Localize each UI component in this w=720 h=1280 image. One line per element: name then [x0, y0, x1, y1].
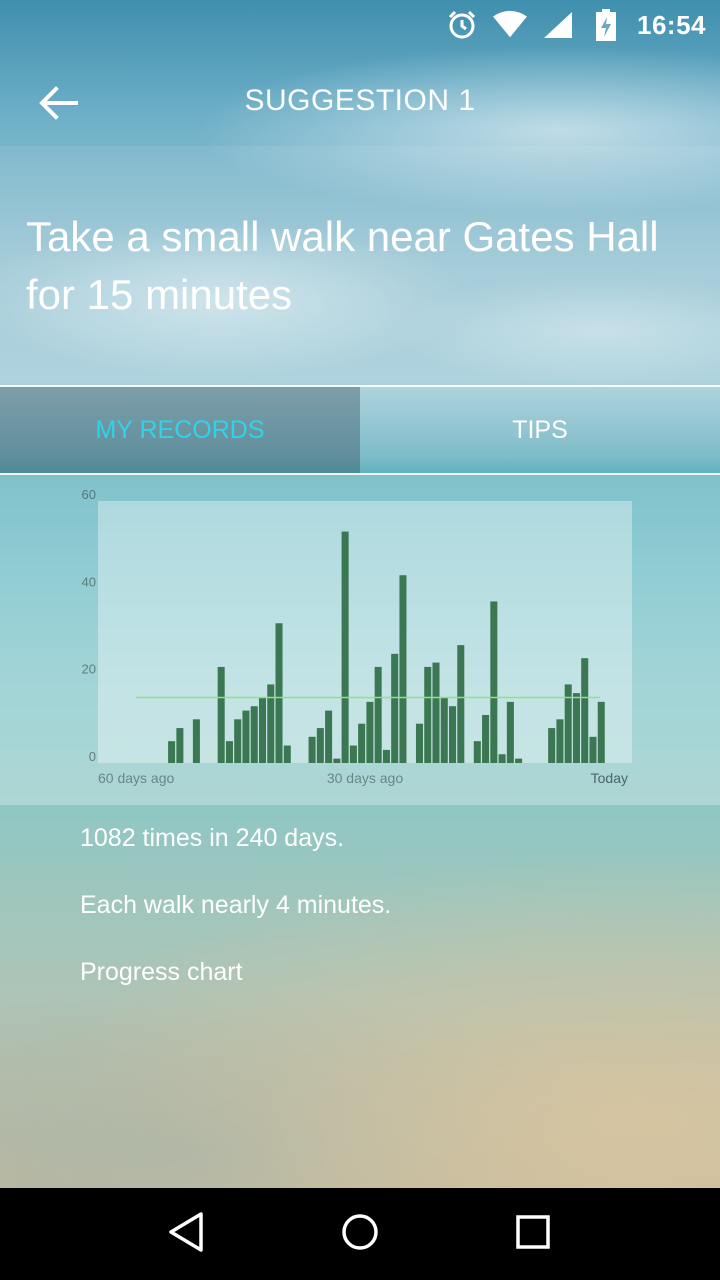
chart-bar: [250, 706, 258, 763]
chart-bar: [176, 728, 184, 763]
chart-bar: [358, 723, 366, 763]
chart-bar: [258, 697, 267, 763]
chart-bar: [275, 623, 283, 763]
chart-bar: [564, 684, 572, 763]
chart-bar: [366, 701, 374, 763]
chart-bar: [234, 719, 242, 763]
recents-square-icon: [515, 1214, 551, 1254]
chart-bar: [432, 662, 440, 763]
tab-bar: MY RECORDS TIPS: [0, 385, 720, 475]
back-triangle-icon: [167, 1211, 207, 1257]
duration-summary: Each walk nearly 4 minutes.: [80, 891, 392, 919]
x-tick-label: 30 days ago: [327, 770, 403, 786]
chart-bar: [333, 758, 341, 763]
nav-home-button[interactable]: [320, 1194, 400, 1274]
tab-my-records[interactable]: MY RECORDS: [0, 387, 360, 473]
chart-bar: [506, 701, 514, 763]
chart-bar: [572, 693, 580, 763]
chart-bar: [581, 658, 589, 763]
chart-bar: [349, 745, 357, 763]
battery-charging-icon: [589, 8, 623, 42]
chart-bar: [449, 706, 457, 763]
status-time: 16:54: [637, 9, 706, 40]
system-nav-bar: [0, 1188, 720, 1280]
chart-bar: [556, 719, 564, 763]
chart-bar: [515, 758, 523, 763]
status-bar: 16:54: [0, 0, 720, 50]
chart-bar: [168, 741, 176, 763]
y-tick-label: 0: [89, 749, 96, 764]
chart-bar: [225, 741, 233, 763]
chart-bar: [473, 741, 481, 763]
headline-line-2: for 15 minutes: [26, 271, 293, 318]
chart-bar: [391, 653, 399, 763]
chart-bar: [415, 723, 423, 763]
y-tick-label: 20: [82, 662, 96, 677]
chart-bar: [589, 736, 597, 763]
chart-bar: [440, 697, 448, 763]
chart-bar: [325, 710, 333, 763]
chart-bar: [283, 745, 291, 763]
chart-bar: [374, 666, 382, 763]
chart-bar: [267, 684, 275, 763]
suggestion-headline: Take a small walk near Gates Hall for 15…: [26, 208, 696, 324]
records-bar-chart: 0 20 40 60 60 days ago 30 days ago Today: [82, 487, 632, 786]
chart-bar: [597, 701, 605, 763]
signal-icon: [541, 8, 575, 42]
chart-bar: [217, 666, 225, 763]
y-tick-label: 40: [82, 574, 96, 589]
chart-bar: [482, 714, 490, 763]
page-title: SUGGESTION 1: [244, 84, 476, 117]
chart-bar: [498, 754, 506, 763]
chart-bar: [490, 601, 498, 763]
x-tick-label: 60 days ago: [98, 770, 174, 786]
nav-back-button[interactable]: [147, 1194, 227, 1274]
chart-bar: [341, 531, 349, 763]
times-summary: 1082 times in 240 days.: [80, 824, 345, 852]
chart-bar: [399, 575, 407, 763]
chart-bar: [192, 719, 200, 763]
chart-bar: [424, 666, 432, 763]
y-tick-label: 60: [82, 487, 96, 502]
chart-bar: [457, 645, 465, 763]
tab-tips[interactable]: TIPS: [360, 387, 720, 473]
chart-bar: [316, 728, 324, 763]
progress-chart-link[interactable]: Progress chart: [80, 958, 243, 987]
chart-bar: [242, 710, 250, 763]
alarm-icon: [445, 8, 479, 42]
home-circle-icon: [340, 1212, 380, 1256]
nav-recents-button[interactable]: [493, 1194, 573, 1274]
chart-bar: [308, 736, 316, 763]
wifi-icon: [493, 8, 527, 42]
chart-bar: [548, 728, 556, 763]
records-chart-panel: 0 20 40 60 60 days ago 30 days ago Today: [0, 475, 720, 805]
headline-line-1: Take a small walk near Gates Hall: [26, 213, 659, 260]
app-bar: SUGGESTION 1: [0, 60, 720, 148]
x-tick-label: Today: [591, 770, 628, 786]
chart-bar: [382, 749, 390, 763]
